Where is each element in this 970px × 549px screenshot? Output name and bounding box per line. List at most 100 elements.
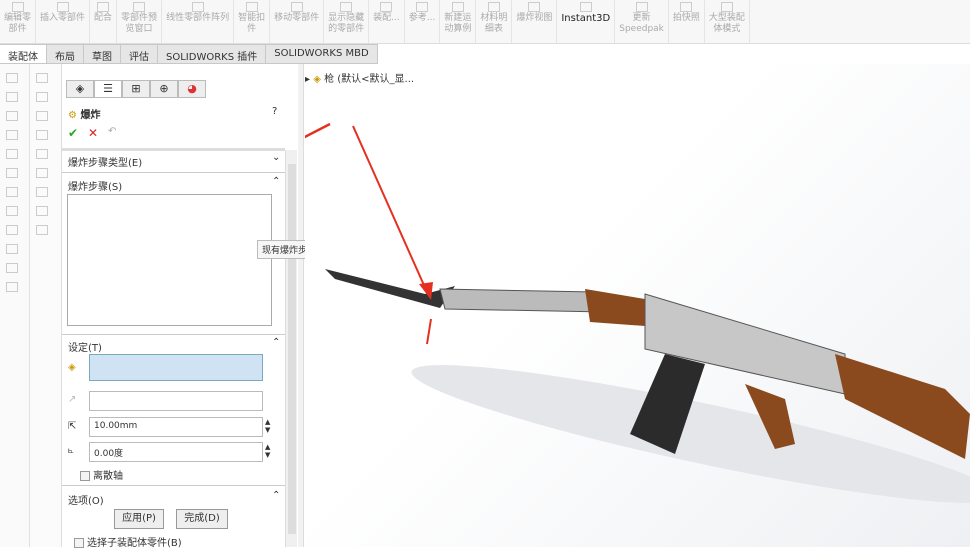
- toolbar-button-label: 新建运 动算例: [444, 13, 472, 34]
- toolbar-icon: [11, 2, 24, 12]
- done-button[interactable]: 完成(D): [176, 509, 228, 529]
- annotation-arrow: [352, 125, 428, 293]
- tool-icon[interactable]: [6, 225, 18, 235]
- toolbar-button[interactable]: 移动零部件: [270, 0, 325, 43]
- panel-title: 爆炸: [80, 110, 101, 121]
- tool-icon[interactable]: [36, 168, 48, 178]
- barrel: [439, 288, 606, 313]
- panel-scrollbar[interactable]: [285, 150, 297, 547]
- angle-spinner[interactable]: ▲ ▼: [265, 443, 270, 459]
- chevron-up-icon[interactable]: ⌃: [272, 490, 280, 501]
- explode-steps-list[interactable]: [67, 194, 272, 326]
- tab[interactable]: SOLIDWORKS 插件: [158, 44, 267, 64]
- toolbar-icon: [340, 2, 353, 12]
- tool-icon[interactable]: [36, 206, 48, 216]
- toolbar-button[interactable]: 显示隐藏 的零部件: [324, 0, 370, 43]
- tab[interactable]: 草图: [84, 44, 121, 64]
- tool-icon[interactable]: [6, 263, 18, 273]
- section-explode-steps[interactable]: 爆炸步骤(S): [68, 178, 122, 193]
- toolbar-icon: [635, 2, 648, 12]
- toolbar-button[interactable]: 材料明 细表: [476, 0, 513, 43]
- chevron-up-icon[interactable]: ⌃: [272, 176, 280, 187]
- toolbar-icon: [680, 2, 693, 12]
- tab[interactable]: 装配体: [0, 44, 47, 64]
- toolbar-button[interactable]: 拍快照: [669, 0, 705, 43]
- tab[interactable]: 评估: [121, 44, 158, 64]
- dimxpert-tab[interactable]: ⊕: [150, 80, 178, 98]
- distance-input[interactable]: 10.00mm: [89, 417, 263, 437]
- apply-button[interactable]: 应用(P): [114, 509, 164, 529]
- feature-manager-tab[interactable]: ◈: [66, 80, 94, 98]
- tool-icon[interactable]: [6, 206, 18, 216]
- tool-icon[interactable]: [6, 92, 18, 102]
- tool-icon[interactable]: [36, 92, 48, 102]
- toolbar-button-label: 智能扣 件: [238, 13, 266, 34]
- toolbar-icon: [720, 2, 733, 12]
- toolbar-button[interactable]: 更新 Speedpak: [615, 0, 669, 43]
- tool-icon[interactable]: [6, 282, 18, 292]
- toolbar-button-label: 显示隐藏 的零部件: [328, 13, 365, 34]
- tool-icon[interactable]: [6, 73, 18, 83]
- tool-icon[interactable]: [36, 73, 48, 83]
- rifle-model: [305, 122, 970, 503]
- explode-axis-checkbox[interactable]: 离散轴: [80, 467, 123, 482]
- tool-icon[interactable]: [36, 187, 48, 197]
- chevron-up-icon[interactable]: ⌃: [272, 337, 280, 348]
- toolbar-button-label: 参考...: [408, 13, 436, 23]
- configuration-manager-tab[interactable]: ⊞: [122, 80, 150, 98]
- tab[interactable]: SOLIDWORKS MBD: [266, 44, 378, 64]
- annotation-mark: [426, 318, 432, 345]
- toolbar-button[interactable]: 装配...: [369, 0, 405, 43]
- explode-axis-label: 离散轴: [93, 471, 123, 482]
- toolbar-button[interactable]: 爆炸视图: [512, 0, 558, 43]
- ok-button[interactable]: ✔: [68, 126, 78, 140]
- toolbar-button-label: 更新 Speedpak: [619, 13, 664, 34]
- tool-icon[interactable]: [6, 149, 18, 159]
- toolbar-icon: [528, 2, 541, 12]
- toolbar-button[interactable]: 编辑零 部件: [0, 0, 37, 43]
- toolbar-button-label: 装配...: [373, 13, 400, 23]
- section-settings[interactable]: 设定(T): [68, 339, 102, 354]
- tool-icon[interactable]: [36, 225, 48, 235]
- section-explode-type[interactable]: 爆炸步骤类型(E): [68, 154, 142, 169]
- tool-icon[interactable]: [6, 111, 18, 121]
- toolbar-button[interactable]: 零部件预 览窗口: [117, 0, 163, 43]
- toolbar-button[interactable]: 插入零部件: [36, 0, 91, 43]
- toolbar-button[interactable]: 配合: [90, 0, 118, 43]
- chevron-down-icon[interactable]: ⌄: [272, 152, 280, 163]
- panel-splitter[interactable]: [298, 64, 304, 547]
- feature-tree-root[interactable]: ▸ ◈ 枪 (默认<默认_显...: [305, 70, 414, 85]
- tool-icon[interactable]: [6, 187, 18, 197]
- toolbar-button[interactable]: 大型装配 体模式: [705, 0, 750, 43]
- toolbar-button[interactable]: 智能扣 件: [234, 0, 271, 43]
- help-icon[interactable]: ?: [272, 106, 277, 117]
- section-options[interactable]: 选项(O): [68, 492, 104, 507]
- toolbar-button[interactable]: Instant3D: [557, 0, 616, 43]
- tool-icon[interactable]: [36, 149, 48, 159]
- angle-input[interactable]: 0.00度: [89, 442, 263, 462]
- graphics-viewport[interactable]: ▸ ◈ 枪 (默认<默认_显... ⚲⚲✎▭⚙▣·◧·✦·◈◉·▭·: [305, 64, 970, 547]
- toolbar-icon: [97, 2, 110, 12]
- handguard: [585, 289, 645, 326]
- display-manager-tab[interactable]: ◕: [178, 80, 206, 98]
- toolbar-icon: [487, 2, 500, 12]
- distance-spinner[interactable]: ▲ ▼: [265, 418, 270, 434]
- tool-icon[interactable]: [6, 244, 18, 254]
- direction-icon: ↗: [68, 394, 77, 405]
- property-manager: ◈ ☰ ⊞ ⊕ ◕ ⚙ 爆炸 ? ✔ ✕ ↶ 爆炸步骤类型(E) ⌄ 爆炸步骤(…: [62, 64, 285, 549]
- toolbar-button[interactable]: 新建运 动算例: [440, 0, 477, 43]
- components-selection-field[interactable]: [89, 354, 263, 381]
- command-tabs: 装配体 布局 草图 评估 SOLIDWORKS 插件 SOLIDWORKS MBD: [0, 44, 378, 64]
- tool-icon[interactable]: [6, 130, 18, 140]
- tool-icon[interactable]: [36, 130, 48, 140]
- direction-field[interactable]: [89, 391, 263, 411]
- tool-icon[interactable]: [6, 168, 18, 178]
- property-manager-tab[interactable]: ☰: [94, 80, 122, 98]
- undo-icon[interactable]: ↶: [108, 126, 116, 137]
- cancel-button[interactable]: ✕: [88, 126, 98, 140]
- tool-icon[interactable]: [36, 111, 48, 121]
- tab[interactable]: 布局: [47, 44, 84, 64]
- toolbar-icon: [380, 2, 393, 12]
- toolbar-button[interactable]: 参考...: [405, 0, 441, 43]
- toolbar-button[interactable]: 线性零部件阵列: [162, 0, 235, 43]
